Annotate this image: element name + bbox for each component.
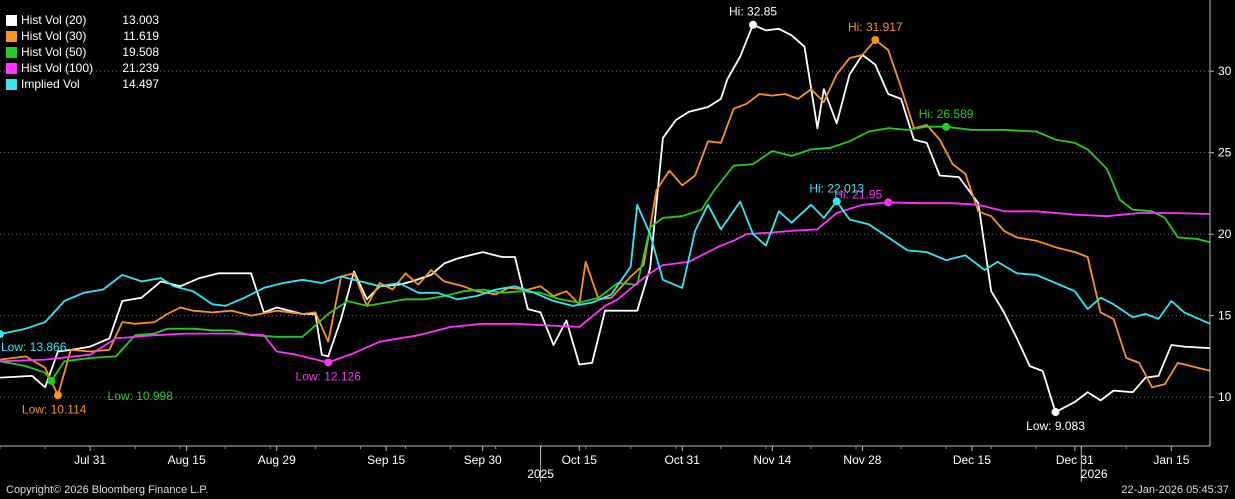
extreme-label: Hi: 22.013 <box>809 181 864 195</box>
x-tick-label: Dec 31 <box>1056 453 1094 467</box>
extreme-marker <box>47 376 56 385</box>
x-tick-label: Nov 28 <box>843 453 881 467</box>
legend-value: 13.003 <box>122 13 159 27</box>
legend-name: Hist Vol (50) <box>21 45 87 59</box>
x-tick-label: Sep 15 <box>367 453 405 467</box>
y-tick-label: 30 <box>1218 64 1232 78</box>
x-tick-label: Oct 15 <box>562 453 598 467</box>
legend-item: Hist Vol (50) 19.508 <box>6 44 159 60</box>
legend-name: Implied Vol <box>21 77 80 91</box>
extreme-label: Low: 12.126 <box>296 369 362 383</box>
legend-value: 14.497 <box>122 77 159 91</box>
x-tick-label: Jul 31 <box>74 453 106 467</box>
extreme-label: Hi: 32.85 <box>729 5 777 19</box>
y-tick-label: 25 <box>1218 146 1232 160</box>
year-label: 2025 <box>527 467 554 481</box>
timestamp-text: 22-Jan-2026 05:45:37 <box>1121 484 1229 496</box>
extreme-label: Low: 9.083 <box>1026 419 1085 433</box>
legend-swatch <box>6 30 17 42</box>
legend-swatch <box>6 62 17 74</box>
x-tick-label: Aug 29 <box>258 453 296 467</box>
legend-name: Hist Vol (30) <box>21 29 87 43</box>
x-tick-label: Oct 31 <box>665 453 701 467</box>
x-tick-label: Nov 14 <box>753 453 791 467</box>
y-tick-label: 20 <box>1218 227 1232 241</box>
legend-item: Hist Vol (20) 13.003 <box>6 12 159 28</box>
extreme-label: Low: 13.866 <box>1 340 67 354</box>
legend: Hist Vol (20) 13.003 Hist Vol (30) 11.619 Hi… <box>6 12 159 92</box>
extreme-label: Low: 10.998 <box>107 389 173 403</box>
y-tick-label: 15 <box>1218 309 1232 323</box>
extreme-marker <box>749 20 758 29</box>
extreme-marker <box>324 358 333 367</box>
extreme-label: Hi: 31.917 <box>848 20 903 34</box>
legend-name: Hist Vol (100) <box>21 61 94 75</box>
copyright-text: Copyright© 2026 Bloomberg Finance L.P. <box>6 484 209 496</box>
year-label: 2026 <box>1081 467 1108 481</box>
legend-item: Hist Vol (30) 11.619 <box>6 28 159 44</box>
extreme-label: Low: 10.114 <box>22 402 87 416</box>
legend-value: 21.239 <box>122 61 159 75</box>
x-tick-label: Jan 15 <box>1153 453 1189 467</box>
x-tick-label: Aug 15 <box>168 453 206 467</box>
y-tick-label: 10 <box>1218 390 1232 404</box>
extreme-marker <box>871 35 880 44</box>
legend-value: 19.508 <box>122 45 159 59</box>
legend-item: Implied Vol 14.497 <box>6 76 159 92</box>
volatility-chart: 1015202530Jul 31 Aug 15 Aug 29 Sep 15 Sep 30… <box>0 0 1235 499</box>
extreme-marker <box>884 198 893 207</box>
legend-swatch <box>6 14 17 26</box>
legend-name: Hist Vol (20) <box>21 13 87 27</box>
x-tick-label: Dec 15 <box>953 453 991 467</box>
extreme-marker <box>53 391 62 400</box>
legend-value: 11.619 <box>123 29 159 43</box>
extreme-marker <box>832 197 841 206</box>
extreme-marker <box>1051 408 1060 417</box>
legend-item: Hist Vol (100) 21.239 <box>6 60 159 76</box>
extreme-marker <box>942 122 951 131</box>
legend-swatch <box>6 78 17 90</box>
x-tick-label: Sep 30 <box>464 453 502 467</box>
extreme-label: Hi: 26.589 <box>919 107 974 121</box>
legend-swatch <box>6 46 17 58</box>
